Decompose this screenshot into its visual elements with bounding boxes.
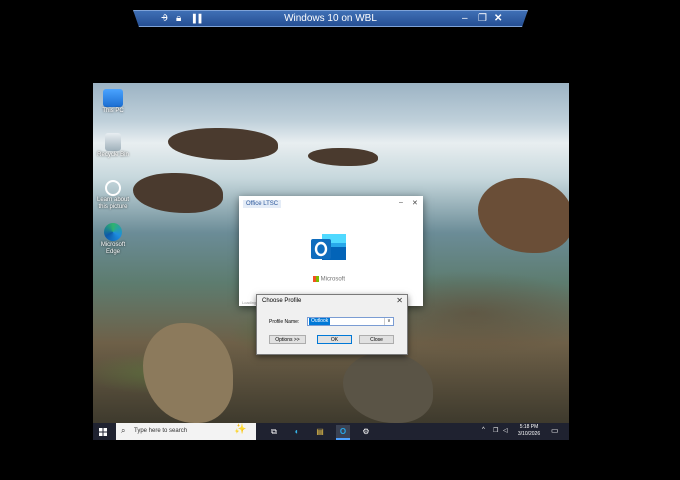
volume-icon[interactable]: ◁ xyxy=(503,427,508,434)
wallpaper-rock xyxy=(478,178,569,253)
outlook-icon xyxy=(311,234,346,260)
minimize-icon[interactable]: – xyxy=(462,12,468,25)
office-splash-window: Office LTSC – ✕ Microsoft Loading... xyxy=(239,196,423,306)
splash-title: Office LTSC xyxy=(243,200,282,208)
microsoft-brand-text: Microsoft xyxy=(320,276,346,283)
profile-name-select[interactable]: Outlook ∨ xyxy=(307,317,394,326)
close-button[interactable]: Close xyxy=(359,335,394,344)
splash-close-button[interactable]: ✕ xyxy=(412,199,418,207)
desktop-icon-microsoft-edge[interactable]: Microsoft Edge xyxy=(95,223,131,256)
edge-icon[interactable]: ◐ xyxy=(290,425,304,438)
network-icon[interactable]: ❐ xyxy=(493,427,498,434)
splash-minimize-button[interactable]: – xyxy=(399,199,403,206)
file-explorer-icon[interactable]: ▤ xyxy=(313,425,327,438)
close-icon[interactable]: ✕ xyxy=(494,12,502,25)
outlook-icon[interactable]: O xyxy=(336,425,350,440)
settings-icon[interactable]: ⚙ xyxy=(359,425,373,438)
desktop-icon-recycle-bin[interactable]: Recycle Bin xyxy=(95,133,131,159)
clock-time: 5:18 PM xyxy=(519,424,539,430)
wallpaper-rock xyxy=(168,128,278,160)
search-icon: ⌕ xyxy=(121,426,126,435)
computer-icon xyxy=(103,89,123,107)
desktop-icon-learn-about-this-picture[interactable]: Learn about this picture xyxy=(95,180,131,211)
desktop-icon-label: Recycle Bin xyxy=(97,152,129,158)
ok-button[interactable]: OK xyxy=(317,335,352,344)
microsoft-icon xyxy=(313,276,319,282)
search-placeholder: Type here to search xyxy=(134,428,188,434)
taskbar: ⌕ Type here to search ✨ ⧉ ◐ ▤ O ⚙ ^ ❐ ◁ … xyxy=(93,423,569,440)
task-view-icon[interactable]: ⧉ xyxy=(267,425,281,438)
profile-selected-value: Outlook xyxy=(309,318,331,325)
dialog-title: Choose Profile xyxy=(262,298,302,304)
notification-icon[interactable]: ▭ xyxy=(551,426,559,435)
recycle-bin-icon xyxy=(105,133,121,151)
taskbar-clock[interactable]: 5:18 PM 3/10/2026 xyxy=(514,424,544,438)
taskbar-search-box[interactable]: ⌕ Type here to search ✨ xyxy=(116,423,256,440)
desktop-icon-label: This PC xyxy=(102,108,124,114)
choose-profile-dialog: Choose Profile ✕ Profile Name: Outlook ∨… xyxy=(256,294,408,355)
dialog-close-icon[interactable]: ✕ xyxy=(396,296,403,305)
search-highlight-icon[interactable]: ✨ xyxy=(234,424,246,435)
wallpaper-rock xyxy=(143,323,233,423)
remote-connection-bar: ⨮ 🔒︎ ▐▐ Windows 10 on WBL – ❐ ✕ xyxy=(133,10,528,27)
camera-icon xyxy=(105,180,121,196)
restore-icon[interactable]: ❐ xyxy=(478,12,487,25)
tray-chevron-icon[interactable]: ^ xyxy=(482,427,485,433)
profile-name-label: Profile Name: xyxy=(269,319,300,325)
desktop-icon-this-pc[interactable]: This PC xyxy=(95,89,131,115)
wallpaper-rock xyxy=(308,148,378,166)
wallpaper-rock xyxy=(133,173,223,213)
windows-start-icon[interactable] xyxy=(96,425,110,438)
clock-date: 3/10/2026 xyxy=(517,431,541,437)
edge-icon xyxy=(104,223,122,241)
connection-title: Windows 10 on WBL xyxy=(284,13,377,24)
desktop-icon-label: Learn about this picture xyxy=(96,197,130,210)
options-button[interactable]: Options >> xyxy=(269,335,306,344)
chevron-down-icon[interactable]: ∨ xyxy=(384,318,393,325)
wallpaper-rock xyxy=(343,353,433,423)
microsoft-logo: Microsoft xyxy=(313,276,345,283)
desktop-icon-label: Microsoft Edge xyxy=(100,242,126,255)
